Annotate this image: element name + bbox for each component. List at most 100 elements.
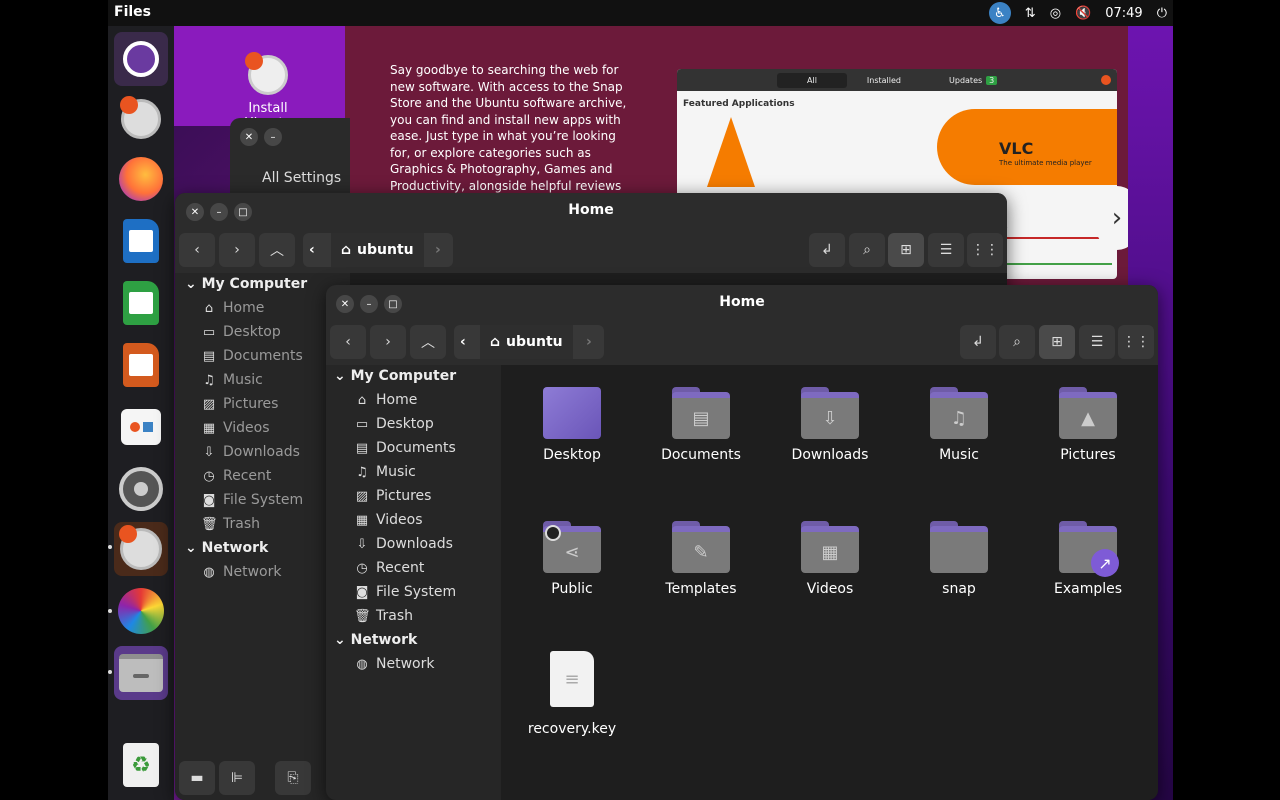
- file-label: Music: [939, 447, 979, 463]
- sidebar-item-label: File System: [376, 584, 457, 600]
- titlebar[interactable]: ✕ – □ Home: [326, 285, 1158, 321]
- sidebar-item-music[interactable]: ♫ Music: [201, 372, 263, 388]
- file-item-downloads[interactable]: ⇩ Downloads: [775, 387, 885, 463]
- installer-icon[interactable]: [114, 522, 168, 576]
- tree-toggle-button[interactable]: ⊫: [219, 761, 255, 795]
- vlc-cone-icon: [707, 117, 755, 187]
- file-item-documents[interactable]: ▤ Documents: [646, 387, 756, 463]
- sidebar-item-label: Documents: [223, 348, 303, 364]
- active-app-name[interactable]: Files: [114, 4, 151, 20]
- file-item-examples[interactable]: ↗ Examples: [1033, 521, 1143, 597]
- sidebar-item-desktop[interactable]: ▭ Desktop: [354, 416, 434, 432]
- compact-view-button[interactable]: ⋮⋮: [967, 233, 1003, 267]
- chevron-down-icon: ⌄: [334, 368, 351, 384]
- sidebar-item-music[interactable]: ♫ Music: [354, 464, 416, 480]
- search-button[interactable]: ⌕: [849, 233, 885, 267]
- vlc-title: VLC: [999, 139, 1034, 158]
- file-item-recovery-key[interactable]: ≡ recovery.key: [517, 651, 627, 737]
- sidebar-item-downloads[interactable]: ⇩ Downloads: [201, 444, 300, 460]
- file-item-snap[interactable]: snap: [904, 521, 1014, 597]
- list-view-button[interactable]: ☰: [928, 233, 964, 267]
- path-prev-icon[interactable]: ‹: [309, 233, 315, 267]
- sidebar-item-pictures[interactable]: ▨ Pictures: [354, 488, 432, 504]
- sidebar-item-recent[interactable]: ◷ Recent: [354, 560, 424, 576]
- sidebar-heading-network[interactable]: ⌄ Network: [185, 540, 268, 556]
- app-center-icon[interactable]: [114, 400, 168, 454]
- compact-view-button[interactable]: ⋮⋮: [1118, 325, 1154, 359]
- sidebar-item-label: Music: [376, 464, 416, 480]
- path-crumb[interactable]: ⌂ ubuntu: [331, 233, 424, 267]
- next-slide-button[interactable]: ›: [1097, 186, 1128, 250]
- sidebar-item-trash[interactable]: 🗑 Trash: [354, 608, 413, 624]
- icon-view-button[interactable]: ⊞: [1039, 325, 1075, 359]
- files-dock-icon[interactable]: [114, 646, 168, 700]
- sidebar-item-file-system[interactable]: ◙ File System: [201, 492, 303, 508]
- forward-button[interactable]: ›: [219, 233, 255, 267]
- documents-folder-icon: ▤: [672, 387, 730, 439]
- file-item-desktop[interactable]: Desktop: [517, 387, 627, 463]
- clock[interactable]: 07:49: [1105, 6, 1142, 21]
- file-item-templates[interactable]: ✎ Templates: [646, 521, 756, 597]
- settings-gear-icon[interactable]: [114, 462, 168, 516]
- toggle-location-button[interactable]: ↲: [809, 233, 845, 267]
- file-item-videos[interactable]: ▦ Videos: [775, 521, 885, 597]
- sidebar-item-trash[interactable]: 🗑 Trash: [201, 516, 260, 532]
- settings-close-button[interactable]: ✕: [240, 128, 258, 146]
- toggle-location-button[interactable]: ↲: [960, 325, 996, 359]
- sidebar-item-home[interactable]: ⌂ Home: [354, 392, 417, 408]
- writer-icon[interactable]: [114, 214, 168, 268]
- back-button[interactable]: ‹: [330, 325, 366, 359]
- path-crumb[interactable]: ⌂ ubuntu: [480, 325, 573, 359]
- settings-minimize-button[interactable]: –: [264, 128, 282, 146]
- globe-icon[interactable]: ◎: [1050, 6, 1061, 21]
- sidebar-item-recent[interactable]: ◷ Recent: [201, 468, 271, 484]
- system-tray[interactable]: ♿ ⇅ ◎ 🔇 07:49 ⏻: [988, 0, 1167, 26]
- power-icon[interactable]: ⏻: [1157, 6, 1167, 21]
- forward-button[interactable]: ›: [370, 325, 406, 359]
- color-picker-icon[interactable]: [114, 584, 168, 638]
- sidebar-item-label: Trash: [376, 608, 413, 624]
- sidebar-heading-network[interactable]: ⌄ Network: [334, 632, 417, 648]
- sidebar-item-videos[interactable]: ▦ Videos: [201, 420, 270, 436]
- file-item-music[interactable]: ♫ Music: [904, 387, 1014, 463]
- search-button[interactable]: ⌕: [999, 325, 1035, 359]
- sidebar-heading-my-computer[interactable]: ⌄ My Computer: [185, 276, 307, 292]
- sidebar-item-label: Videos: [223, 420, 270, 436]
- ubuntu-logo-icon[interactable]: [114, 32, 168, 86]
- sidebar-item-videos[interactable]: ▦ Videos: [354, 512, 423, 528]
- back-button[interactable]: ‹: [179, 233, 215, 267]
- path-next-icon[interactable]: ›: [586, 325, 592, 359]
- sidebar-item-desktop[interactable]: ▭ Desktop: [201, 324, 281, 340]
- list-view-button[interactable]: ☰: [1079, 325, 1115, 359]
- tab-all: All: [777, 72, 847, 88]
- sidebar-item-documents[interactable]: ▤ Documents: [354, 440, 456, 456]
- titlebar[interactable]: ✕ – □ Home: [175, 193, 1007, 229]
- sidebar-item-pictures[interactable]: ▨ Pictures: [201, 396, 279, 412]
- icon-view-button[interactable]: ⊞: [888, 233, 924, 267]
- impress-icon[interactable]: [114, 338, 168, 392]
- sidebar-item-home[interactable]: ⌂ Home: [201, 300, 264, 316]
- sidebar-heading-my-computer[interactable]: ⌄ My Computer: [334, 368, 456, 384]
- file-item-pictures[interactable]: ▲ Pictures: [1033, 387, 1143, 463]
- places-toggle-button[interactable]: ▬: [179, 761, 215, 795]
- calc-icon[interactable]: [114, 276, 168, 330]
- network-icon[interactable]: ⇅: [1025, 6, 1036, 21]
- hide-sidebar-button[interactable]: ⎘: [275, 761, 311, 795]
- file-item-public[interactable]: ⋖ Public: [517, 521, 627, 597]
- trash-dock-icon[interactable]: ♻: [114, 738, 168, 792]
- store-header: All Installed Updates 3: [677, 69, 1117, 91]
- path-prev-icon[interactable]: ‹: [460, 325, 466, 359]
- sidebar-item-network[interactable]: ◍ Network: [201, 564, 281, 580]
- up-button[interactable]: ︿: [410, 325, 446, 359]
- volume-icon[interactable]: 🔇: [1075, 6, 1091, 21]
- sidebar-item-file-system[interactable]: ◙ File System: [354, 584, 456, 600]
- sidebar-item-label: Home: [376, 392, 418, 408]
- firefox-icon[interactable]: [114, 152, 168, 206]
- up-button[interactable]: ︿: [259, 233, 295, 267]
- sidebar-item-network[interactable]: ◍ Network: [354, 656, 434, 672]
- sidebar-item-downloads[interactable]: ⇩ Downloads: [354, 536, 453, 552]
- sidebar-item-documents[interactable]: ▤ Documents: [201, 348, 303, 364]
- install-ubuntu-dock-icon[interactable]: [114, 92, 168, 146]
- accessibility-icon[interactable]: ♿: [988, 2, 1011, 24]
- path-next-icon[interactable]: ›: [435, 233, 441, 267]
